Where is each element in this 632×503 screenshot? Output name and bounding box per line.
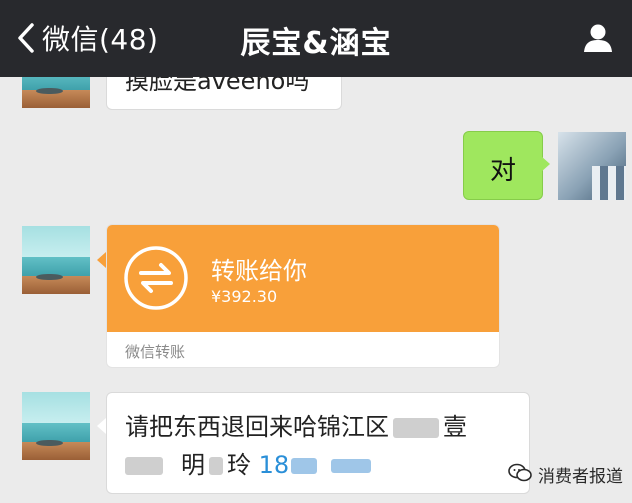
- phone-number[interactable]: 18: [259, 451, 290, 479]
- transfer-card-header: 转账给你 ¥392.30: [107, 225, 499, 332]
- nav-bar-overlay: 微信(48) 辰宝&涵宝: [0, 0, 632, 77]
- contact-avatar[interactable]: [22, 226, 90, 294]
- transfer-card[interactable]: 转账给你 ¥392.30 微信转账: [106, 224, 500, 368]
- transfer-amount: ¥392.30: [211, 287, 278, 306]
- message-text: 请把东西退回来哈锦江区: [125, 413, 389, 441]
- redacted-text: [291, 458, 318, 474]
- message-text: 玲: [227, 451, 251, 479]
- message-text: 对: [489, 156, 516, 186]
- bubble-tail: [541, 156, 550, 172]
- watermark-text: 消费者报道: [538, 467, 623, 487]
- user-avatar[interactable]: [558, 132, 626, 200]
- transfer-arrows-icon: [123, 245, 189, 311]
- address-line-1: 请把东西退回来哈锦江区 壹: [125, 407, 467, 442]
- profile-button[interactable]: [582, 22, 614, 58]
- watermark: 消费者报道: [508, 462, 623, 487]
- redacted-text: [209, 457, 223, 475]
- wechat-logo-icon: [508, 463, 532, 487]
- redacted-text: [393, 418, 439, 438]
- person-icon: [582, 24, 614, 58]
- bubble-tail: [97, 252, 106, 268]
- bubble-tail: [97, 418, 106, 434]
- message-text: 明: [181, 451, 205, 479]
- sent-message-bubble[interactable]: 对: [463, 131, 543, 200]
- redacted-text: [331, 459, 372, 473]
- contact-avatar[interactable]: [22, 392, 90, 460]
- message-text: 壹: [443, 413, 467, 441]
- transfer-footer-label: 微信转账: [125, 343, 186, 361]
- transfer-title: 转账给你: [211, 257, 307, 285]
- message-bubble[interactable]: 请把东西退回来哈锦江区 壹 明玲 18: [106, 392, 530, 494]
- redacted-text: [125, 457, 163, 475]
- address-line-2: 明玲 18: [125, 445, 372, 480]
- chat-title: 辰宝&涵宝: [240, 26, 392, 61]
